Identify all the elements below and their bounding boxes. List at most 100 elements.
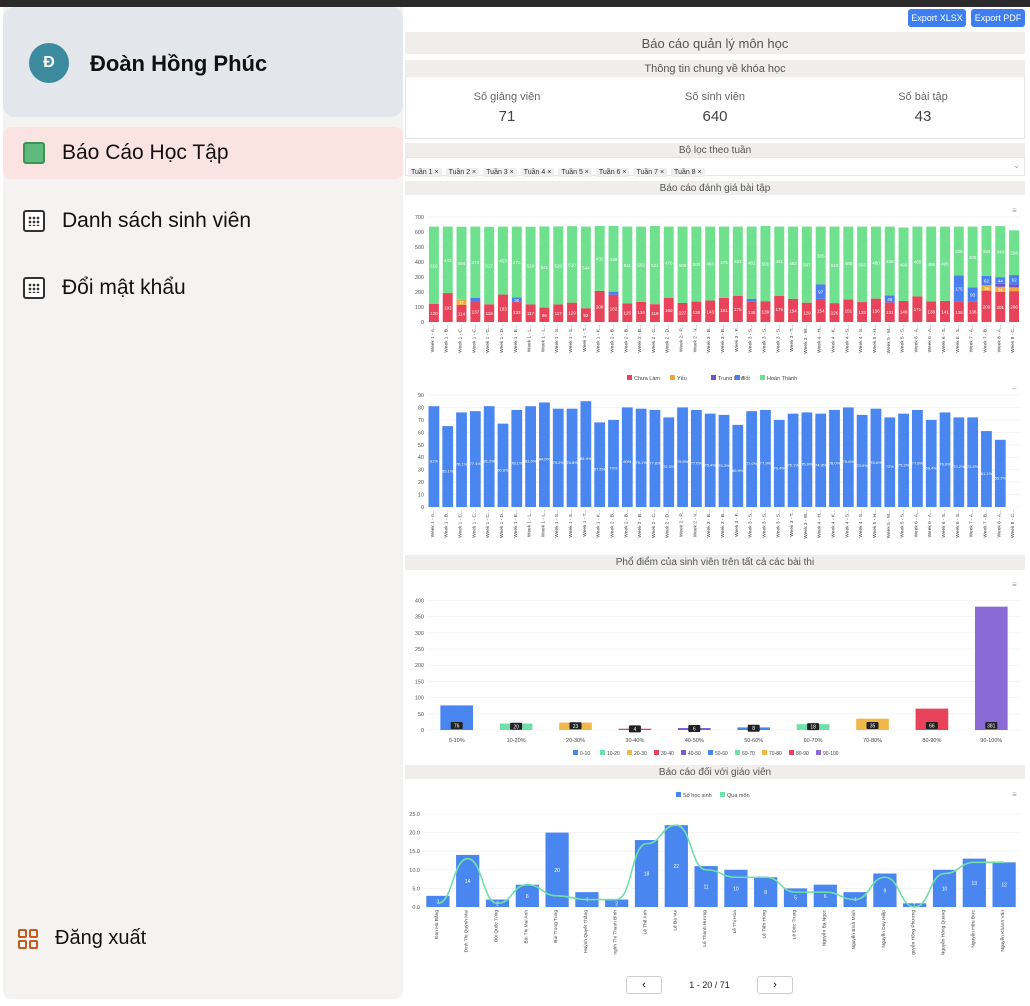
x-tick-label: Week 3 - B... [720,510,726,538]
data-label: 96 [542,313,548,318]
y-tick-label: 0 [421,728,424,734]
x-tick-label: Week 1 - S... [568,510,574,538]
legend-swatch [708,750,713,755]
y-tick-label: 700 [415,215,424,221]
x-tick-label: guyễn Hồng Phương [910,910,917,955]
data-label: 498 [927,262,935,267]
y-tick-label: 600 [415,230,424,236]
x-tick-label: Week 1 - S... [554,325,560,353]
x-tick-label: Week 1 - A... [430,325,436,352]
data-label: 77.6% [691,460,703,465]
y-tick-label: 400 [415,598,424,604]
info-section-title: Thông tin chung về khóa học [405,60,1025,77]
data-label: 443 [444,258,452,263]
week-filter-select[interactable]: Tuần 1 × Tuần 2 × Tuần 3 × Tuần 4 × Tuần 5 ×… [405,157,1025,177]
next-page-button[interactable]: › [757,976,793,994]
filter-chip[interactable]: Tuần 2 × [445,168,480,177]
user-name: Đoàn Hồng Phúc [90,51,268,76]
data-label: 385 [817,253,825,258]
calendar-grid-icon [23,277,45,299]
filter-chip[interactable]: Tuần 3 × [483,168,517,177]
data-label: 70% [609,465,617,470]
filter-chip[interactable]: Tuần 6 × [595,168,630,177]
filter-chip[interactable]: Tuần 1 × [408,168,442,177]
data-label: 44 [998,278,1004,283]
export-xlsx-button[interactable]: Export XLSX [908,9,966,27]
x-tick-label: Week 1 - E... [513,325,519,353]
data-label: 117 [555,311,563,316]
data-label: 78.0% [829,460,841,465]
data-label: 175 [955,286,963,291]
x-tick-label: 10-20% [507,738,526,744]
x-tick-label: Nguyễn Hữu Đức [969,909,976,947]
x-tick-label: 30-40% [625,738,644,744]
teacher-report-chart: 0.0 5.0 10.0 15.0 20.0 25.0 ≡ Số học sinh Qua mô… [409,790,1019,955]
x-tick-label: Week 3 - B... [720,325,726,353]
y-tick-label: 40 [418,455,424,461]
data-label: 74.3% [718,463,730,468]
data-label: 20 [554,868,560,874]
x-tick-label: Week 1 - S... [568,325,574,353]
nav-item-password[interactable]: Đổi mật khẩu [3,262,403,314]
x-tick-label: Week 1 - K... [596,325,602,353]
filter-chip[interactable]: Tuần 8 × [671,168,705,177]
bar-segment [746,298,757,302]
data-label: 79.5% [677,459,689,464]
filter-chip[interactable]: Tuần 7 × [633,168,668,177]
x-tick-label: Week 6 - A... [927,325,933,352]
y-tick-label: 10.0 [409,868,420,874]
data-label: 30 [514,298,520,303]
bar [953,417,965,507]
prev-page-button[interactable]: ‹ [626,976,662,994]
x-tick-label: Week 5 - M... [886,325,892,353]
x-tick-label: Week 1 - L... [540,510,546,537]
x-tick-label: Week 6 - S... [941,325,947,353]
data-label: 70.4% [774,465,786,470]
data-label: 475 [720,260,728,265]
x-tick-label: Week 2 - P... [679,325,685,352]
legend-swatch [681,750,686,755]
stat-students: Số sinh viên 640 [640,91,790,125]
data-label: 490 [900,262,908,267]
filter-title: Bộ lọc theo tuần [405,143,1025,157]
x-tick-label: Week 2 - B... [637,325,643,353]
bar [566,408,578,507]
data-label: 154 [789,308,797,313]
x-tick-label: 0-10% [449,738,465,744]
data-label: 136 [693,310,701,315]
x-tick-label: Week 1 - C... [471,325,477,353]
data-label: 76.0% [939,462,951,467]
x-tick-label: Week 2 - B... [623,510,629,538]
data-label: 476 [665,260,673,265]
data-label: 6 [526,894,529,900]
data-label: 2 [615,901,618,907]
bar [635,408,647,507]
data-label: 507 [803,263,811,268]
dist-title: Phổ điểm của sinh viên trên tất cả các b… [405,555,1025,570]
x-tick-label: Week 5 - H... [872,325,878,353]
logout-button[interactable]: Đăng xuất [18,927,146,950]
nav-item-report[interactable]: Báo Cáo Học Tập [3,127,403,179]
nav-item-students[interactable]: Danh sách sinh viên [3,195,403,247]
legend-label: 60-70 [742,751,755,757]
bar [690,409,702,507]
bar [483,406,495,507]
filter-chip[interactable]: Tuần 5 × [558,168,592,177]
x-tick-label: Week 1 - T... [582,510,588,537]
data-label: 175 [775,307,783,312]
data-label: 74.9% [815,462,827,467]
export-pdf-button[interactable]: Export PDF [971,9,1025,27]
legend-label: 0-10 [580,751,590,757]
stat-value: 43 [914,108,932,125]
bar-segment [470,297,481,302]
bar [718,414,730,507]
data-label: 76 [454,724,460,730]
filter-chip[interactable]: Tuần 4 × [520,168,555,177]
x-tick-label: Week 2 - D... [665,325,671,353]
info-panel: Số giảng viên 71 Số sinh viên 640 Số bài t… [405,77,1025,139]
legend-label: 50-60 [715,751,728,757]
data-label: 77.8% [649,460,661,465]
x-tick-label: nghh Thị Thanh Bình [613,910,619,955]
legend-swatch [760,375,765,380]
x-tick-label: Week 6 - A... [927,510,933,537]
